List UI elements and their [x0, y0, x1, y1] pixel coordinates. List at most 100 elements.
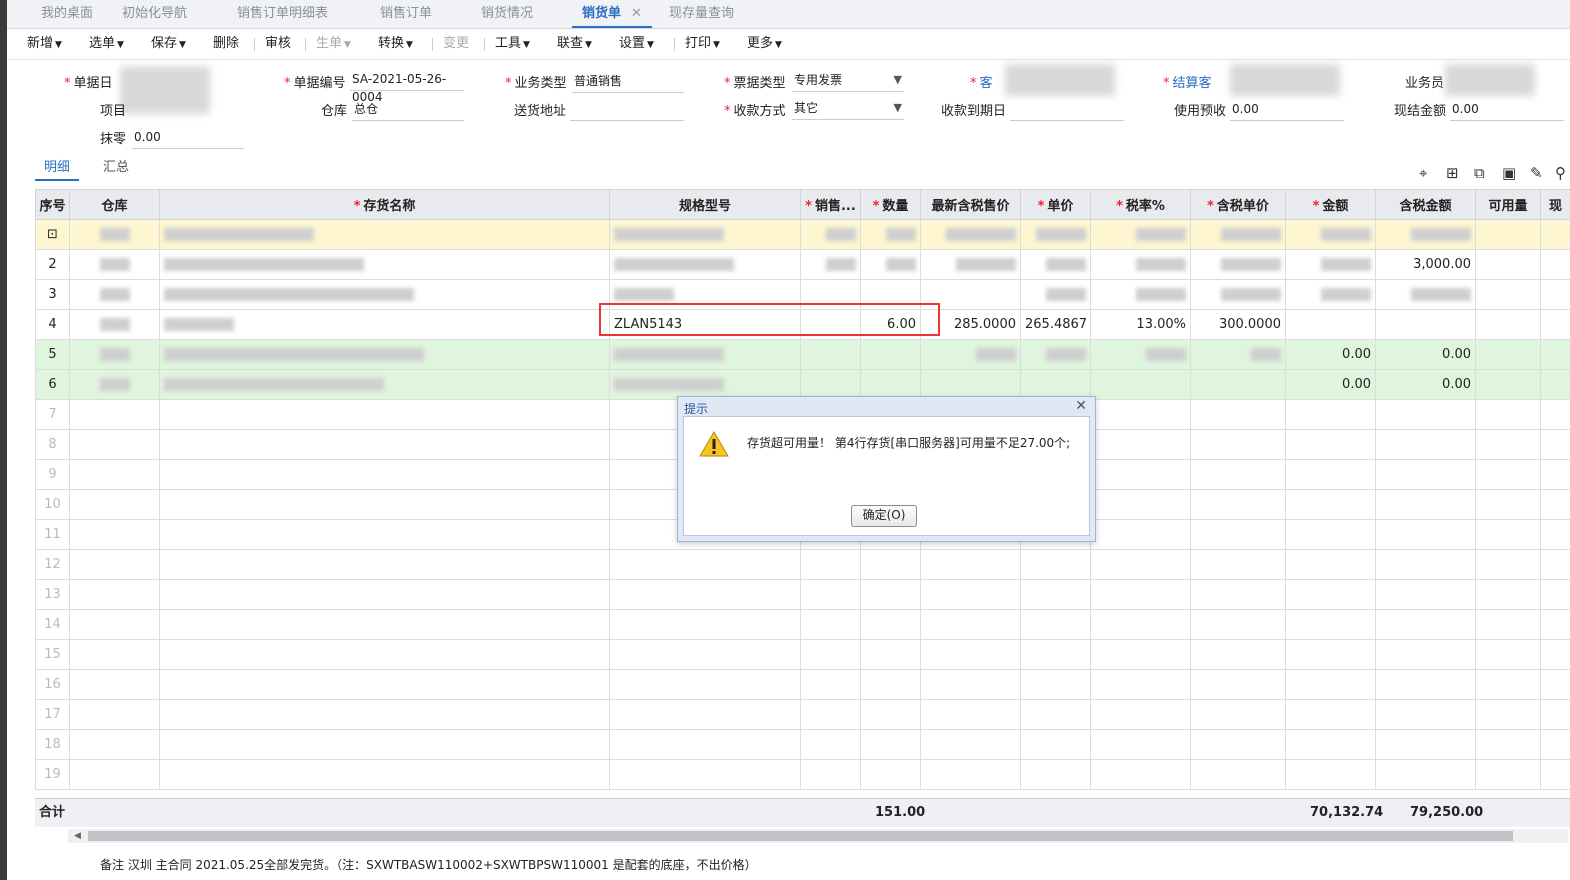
table-row[interactable]: 17 [35, 699, 1570, 730]
grid-cell[interactable] [1020, 339, 1091, 370]
grid-cell[interactable] [1540, 699, 1570, 730]
tab-init-nav[interactable]: 初始化导航 [122, 0, 187, 28]
grid-cell[interactable] [1540, 249, 1570, 280]
grid-cell[interactable] [1285, 519, 1376, 550]
grid-cell[interactable] [1475, 399, 1541, 430]
tab-my-desktop[interactable]: 我的桌面 [41, 0, 93, 28]
grid-cell[interactable] [1190, 639, 1286, 670]
grid-cell[interactable] [1375, 669, 1476, 700]
grid-cell[interactable] [800, 729, 861, 760]
col-header-latest-price[interactable]: 最新含税售价 [920, 189, 1021, 220]
grid-cell[interactable] [860, 279, 921, 310]
table-row[interactable]: 4 ZLAN5143 6.00 285.0000 265.4867 13.00%… [35, 309, 1570, 340]
grid-cell[interactable] [1475, 339, 1541, 370]
grid-cell[interactable] [860, 369, 921, 400]
amount-cell[interactable]: 0.00 [1285, 339, 1376, 370]
grid-cell[interactable] [800, 579, 861, 610]
grid-cell[interactable] [1375, 489, 1476, 520]
grid-cell[interactable] [860, 759, 921, 790]
grid-cell[interactable] [1190, 699, 1286, 730]
grid-cell[interactable] [1020, 609, 1091, 640]
grid-cell[interactable] [860, 579, 921, 610]
grid-cell[interactable] [1190, 489, 1286, 520]
grid-cell[interactable] [920, 609, 1021, 640]
grid-cell[interactable] [1090, 669, 1191, 700]
grid-cell[interactable] [609, 579, 801, 610]
grid-cell[interactable] [1090, 639, 1191, 670]
grid-cell[interactable] [920, 549, 1021, 580]
grid-cell[interactable] [920, 279, 1021, 310]
grid-cell[interactable] [609, 699, 801, 730]
grid-cell[interactable] [1540, 429, 1570, 460]
grid-cell[interactable] [1190, 279, 1286, 310]
grid-cell[interactable] [159, 729, 610, 760]
grid-cell[interactable]: 3,000.00 [1375, 249, 1476, 280]
grid-cell[interactable] [1540, 729, 1570, 760]
grid-cell[interactable] [1375, 579, 1476, 610]
grid-cell[interactable] [1475, 249, 1541, 280]
grid-cell[interactable] [800, 609, 861, 640]
grid-cell[interactable] [860, 729, 921, 760]
grid-cell[interactable] [1020, 579, 1091, 610]
grid-cell[interactable] [159, 759, 610, 790]
table-row[interactable]: 13 [35, 579, 1570, 610]
grid-cell[interactable] [1285, 759, 1376, 790]
grid-cell[interactable] [800, 339, 861, 370]
grid-cell[interactable] [609, 339, 801, 370]
grid-cell[interactable] [1540, 609, 1570, 640]
grid-cell[interactable] [1190, 609, 1286, 640]
tab-stock-query[interactable]: 现存量查询 [669, 0, 734, 28]
grid-cell[interactable] [1285, 279, 1376, 310]
table-row[interactable]: 2 3,000.00 [35, 249, 1570, 280]
warehouse-field[interactable]: 总仓 [352, 100, 464, 121]
grid-cell[interactable] [1475, 369, 1541, 400]
grid-cell[interactable] [1190, 669, 1286, 700]
grid-cell[interactable] [1475, 759, 1541, 790]
rounding-field[interactable]: 0.00 [132, 128, 244, 149]
convert-button[interactable]: 转换 ▼ [378, 29, 413, 59]
invoice-type-select[interactable]: 专用发票 ▼ [792, 71, 904, 92]
table-row[interactable]: 16 [35, 669, 1570, 700]
add-row-icon[interactable]: ⊞ [1446, 164, 1459, 182]
grid-cell[interactable] [159, 219, 610, 250]
grid-cell[interactable] [1540, 399, 1570, 430]
grid-cell[interactable] [1285, 249, 1376, 280]
tab-sales-order-detail[interactable]: 销售订单明细表 [237, 0, 328, 28]
amount-cell[interactable]: 0.00 [1285, 369, 1376, 400]
grid-cell[interactable] [159, 549, 610, 580]
grid-cell[interactable] [159, 699, 610, 730]
grid-cell[interactable] [1475, 519, 1541, 550]
grid-cell[interactable] [159, 249, 610, 280]
grid-cell[interactable] [1190, 459, 1286, 490]
grid-cell[interactable] [1020, 669, 1091, 700]
grid-cell[interactable] [1020, 279, 1091, 310]
grid-cell[interactable] [1285, 309, 1376, 340]
prepay-field[interactable]: 0.00 [1230, 100, 1344, 121]
grid-cell[interactable] [1540, 279, 1570, 310]
grid-cell[interactable] [1475, 639, 1541, 670]
grid-cell[interactable] [609, 249, 801, 280]
grid-cell[interactable] [69, 429, 160, 460]
grid-cell[interactable] [1375, 399, 1476, 430]
grid-cell[interactable] [609, 219, 801, 250]
grid-cell[interactable] [1090, 759, 1191, 790]
grid-cell[interactable] [1090, 399, 1191, 430]
grid-cell[interactable] [1475, 699, 1541, 730]
grid-cell[interactable] [159, 459, 610, 490]
grid-cell[interactable] [1375, 699, 1476, 730]
grid-cell[interactable] [69, 399, 160, 430]
col-header-spec[interactable]: 规格型号 [609, 189, 801, 220]
grid-cell[interactable] [69, 489, 160, 520]
edit-icon[interactable]: ✎ [1530, 164, 1543, 182]
close-icon[interactable]: ✕ [631, 6, 642, 21]
grid-cell[interactable] [1285, 489, 1376, 520]
grid-cell[interactable] [860, 639, 921, 670]
tools-button[interactable]: 工具 ▼ [495, 29, 530, 59]
grid-cell[interactable] [1285, 459, 1376, 490]
grid-cell[interactable] [69, 729, 160, 760]
grid-cell[interactable] [1190, 759, 1286, 790]
grid-cell[interactable] [1540, 549, 1570, 580]
tab-summary[interactable]: 汇总 [103, 157, 129, 179]
query-button[interactable]: 联查 ▼ [557, 29, 592, 59]
grid-cell[interactable] [1375, 519, 1476, 550]
